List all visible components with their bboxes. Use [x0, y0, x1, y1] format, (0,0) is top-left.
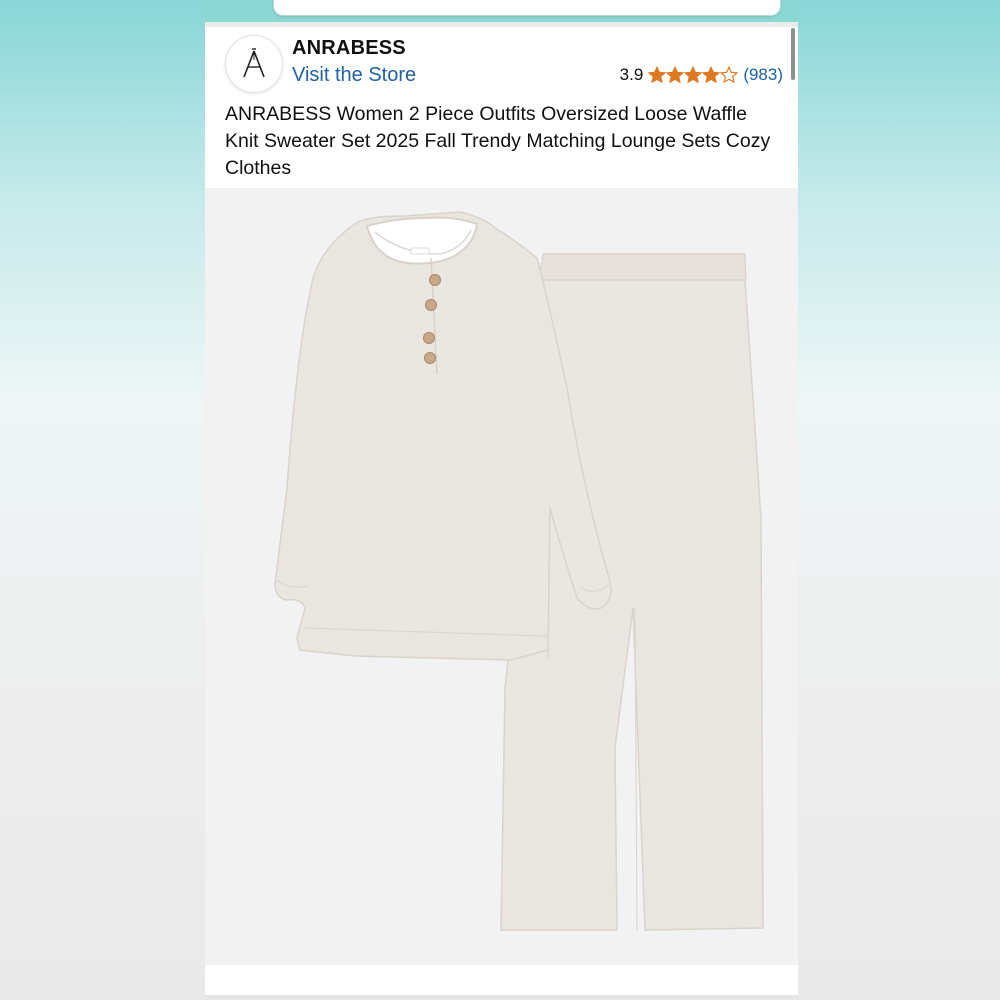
visit-store-link[interactable]: Visit the Store: [292, 64, 416, 87]
divider: [205, 22, 798, 27]
rating-value: 3.9: [619, 65, 644, 84]
brand-row: ANRABESS Visit the Store 3.9 (983): [225, 35, 785, 93]
product-title: ANRABESS Women 2 Piece Outfits Oversized…: [225, 103, 771, 179]
bottom-divider: [205, 995, 798, 1000]
search-bar[interactable]: [273, 0, 781, 16]
anrabess-a-logo-icon: [243, 48, 265, 78]
phone-screen: ANRABESS Visit the Store 3.9 (983) ANRAB…: [205, 0, 798, 1000]
star-icon: [720, 66, 739, 84]
review-count-link[interactable]: (983): [743, 65, 783, 85]
star-rating[interactable]: [648, 66, 739, 84]
brand-name[interactable]: ANRABESS: [292, 37, 406, 60]
brand-logo[interactable]: [225, 35, 283, 93]
rating-summary[interactable]: 3.9 (983): [620, 65, 783, 85]
blurred-backdrop-right: [798, 0, 1000, 1000]
star-icon: [666, 66, 685, 84]
blurred-backdrop-left: [0, 0, 205, 1000]
product-photo: [274, 211, 764, 931]
scrollbar[interactable]: [791, 28, 795, 80]
star-icon: [648, 66, 667, 84]
product-image[interactable]: [205, 188, 798, 965]
star-icon: [702, 66, 721, 84]
star-icon: [684, 66, 703, 84]
